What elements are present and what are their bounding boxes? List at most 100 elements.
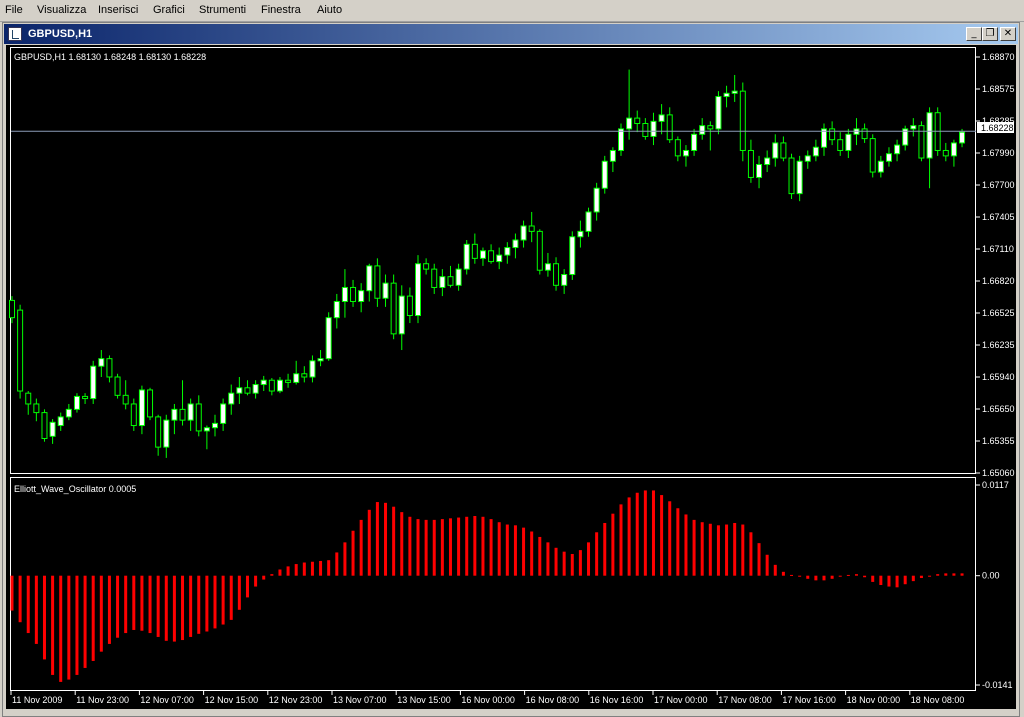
oscillator-bar [343, 542, 347, 576]
candle-body [496, 254, 503, 263]
candle-body [244, 387, 251, 394]
oscillator-bar [156, 575, 160, 637]
candle-body [268, 379, 275, 392]
candle-body [220, 403, 227, 424]
oscillator-bar [34, 575, 38, 644]
price-tick-label: 1.68575 [982, 84, 1015, 94]
candle-body [309, 360, 316, 378]
menu-finestra[interactable]: Finestra [261, 4, 301, 16]
price-tick-label: 1.65650 [982, 404, 1015, 414]
oscillator-bar [887, 575, 891, 587]
menu-inserisci[interactable]: Inserisci [98, 4, 138, 16]
menu-aiuto[interactable]: Aiuto [317, 4, 342, 16]
candle-body [179, 408, 186, 421]
candle-body [553, 263, 560, 286]
oscillator-bar [42, 575, 46, 660]
oscillator-bar [635, 492, 639, 576]
candle-body [577, 230, 584, 238]
oscillator-bar [310, 561, 314, 576]
oscillator-bar [148, 575, 152, 634]
oscillator-bar [473, 516, 477, 576]
candle-body [634, 117, 641, 125]
candle-body [780, 142, 787, 159]
oscillator-bar [505, 524, 509, 576]
candle-body [49, 421, 56, 437]
candle-body [415, 263, 421, 317]
oscillator-bar [879, 575, 883, 585]
oscillator-bar [716, 525, 720, 576]
candle-body [155, 416, 162, 448]
candle-body [406, 295, 413, 317]
oscillator-bar [270, 574, 274, 576]
candle-body [252, 384, 259, 394]
menu-grafici[interactable]: Grafici [153, 4, 185, 16]
oscillator-bar [595, 532, 599, 576]
oscillator-bar [749, 532, 753, 576]
candle-body [341, 286, 348, 302]
candle-body [33, 403, 40, 414]
oscillator-bar [570, 553, 574, 576]
candle-body [98, 358, 105, 367]
oscillator-bar [822, 575, 826, 581]
oscillator-bar [781, 571, 785, 576]
candle-body [561, 274, 568, 286]
menu-strumenti[interactable]: Strumenti [199, 4, 246, 16]
candle-body [772, 142, 779, 159]
candle-body [788, 157, 795, 195]
price-tick-label: 1.65060 [982, 468, 1015, 478]
oscillator-bar [197, 575, 201, 634]
minimize-button[interactable]: _ [966, 27, 982, 41]
candle-body [894, 144, 901, 155]
oscillator-bar [116, 575, 120, 638]
candle-body [203, 427, 210, 432]
oscillator-bar [140, 575, 144, 631]
oscillator-bar [164, 575, 168, 641]
oscillator-bar [254, 575, 258, 587]
title-bar[interactable]: GBPUSD,H1 _ ❐ ✕ [4, 24, 1018, 44]
candle-body [350, 286, 357, 302]
chart-canvas[interactable]: 1.688701.685751.682851.679901.677001.674… [6, 45, 1016, 709]
time-tick-label: 13 Nov 07:00 [333, 695, 387, 705]
candle-body [463, 243, 470, 270]
candle-body [764, 157, 771, 165]
oscillator-bar [489, 519, 493, 576]
oscillator-bar [83, 575, 87, 668]
restore-button[interactable]: ❐ [982, 27, 998, 41]
oscillator-bar [838, 575, 842, 577]
candle-body [228, 392, 235, 405]
candle-body [829, 128, 836, 141]
time-tick-label: 18 Nov 00:00 [847, 695, 901, 705]
candle-body [569, 236, 576, 276]
candle-body [520, 225, 527, 241]
price-tick-label: 1.65355 [982, 436, 1015, 446]
candle-body [918, 125, 925, 159]
candle-body [138, 389, 145, 427]
oscillator-bar [522, 527, 526, 576]
candle-body [390, 282, 397, 335]
candle-body [398, 295, 405, 335]
price-tick-label: 1.65940 [982, 372, 1015, 382]
candle-body [447, 276, 454, 286]
oscillator-bar [911, 575, 915, 582]
oscillator-bar [903, 575, 907, 585]
candle-body [796, 160, 803, 195]
oscillator-bar [59, 575, 63, 682]
oscillator-bar [562, 551, 566, 576]
menu-file[interactable]: File [5, 4, 23, 16]
candle-body [861, 128, 868, 140]
candle-body [73, 395, 80, 410]
menu-visualizza[interactable]: Visualizza [37, 4, 86, 16]
time-tick-label: 16 Nov 00:00 [461, 695, 515, 705]
oscillator-bar [375, 502, 379, 576]
close-button[interactable]: ✕ [1000, 27, 1016, 41]
oscillator-bar [871, 575, 875, 582]
time-tick-label: 12 Nov 23:00 [269, 695, 323, 705]
oscillator-bar [708, 523, 712, 576]
oscillator-bar [643, 490, 647, 576]
price-tick-label: 1.66525 [982, 308, 1015, 318]
time-tick-label: 11 Nov 2009 [12, 695, 62, 705]
candle-body [260, 379, 267, 386]
oscillator-bar [67, 575, 71, 680]
oscillator-bar [245, 575, 249, 598]
candle-body [325, 317, 332, 360]
